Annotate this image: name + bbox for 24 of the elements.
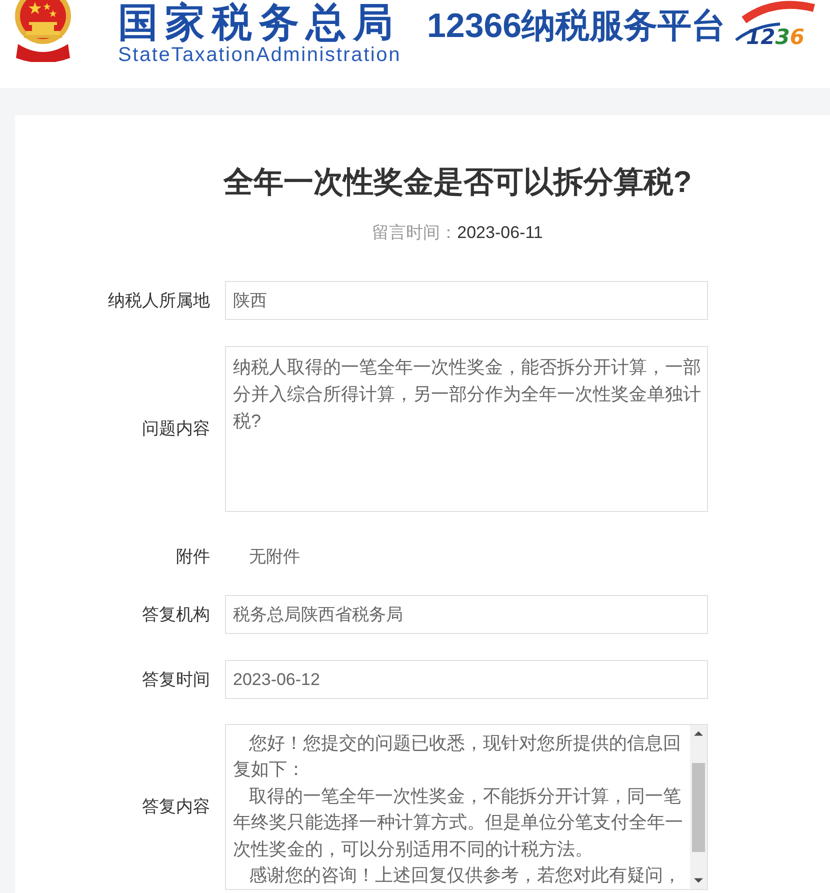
posted-date: 2023-06-11 — [457, 222, 543, 244]
hotline-number: 1236 — [746, 25, 804, 49]
agency-name: 国家税务总局 — [118, 0, 401, 46]
field-label: 答复机构 — [141, 604, 211, 626]
textarea-field[interactable]: 您好！您提交的问题已收悉，现针对您所提供的信息回复如下： 取得的一笔全年一次性奖金，不能拆分开计算，同一笔年终奖只能选择一种计算方式。但是单位分笔支付全年一次性奖金的，可以分别适用不同的计税方法。 感谢您的咨询！上述回复仅供参考，若您对此有疑问， — [225, 724, 708, 890]
scrollbar-track[interactable] — [690, 725, 707, 889]
scroll-up-icon[interactable] — [694, 731, 703, 736]
scroll-down-icon[interactable] — [694, 878, 703, 883]
platform-name: 12366纳税服务平台 — [427, 6, 726, 46]
field-label: 问题内容 — [141, 418, 211, 440]
field-label: 附件 — [175, 546, 211, 568]
textarea-field[interactable]: 纳税人取得的一笔全年一次性奖金，能否拆分开计算，一部分并入综合所得计算，另一部分作为全年一次性奖金单独计税? — [225, 346, 708, 512]
posted-time-label: 留言时间： — [372, 222, 458, 244]
scrollbar-thumb[interactable] — [692, 763, 705, 852]
field-value: 无附件 — [249, 546, 300, 568]
field-label: 答复内容 — [141, 796, 211, 818]
input-field[interactable]: 2023-06-12 — [225, 660, 708, 699]
field-label: 答复时间 — [141, 668, 211, 690]
input-field[interactable]: 税务总局陕西省税务局 — [225, 595, 708, 634]
question-title: 全年一次性奖金是否可以拆分算税? — [222, 165, 693, 201]
field-label: 纳税人所属地 — [107, 290, 211, 312]
input-field[interactable]: 陕西 — [225, 281, 708, 320]
emblem-icon — [15, 0, 71, 62]
agency-name-english: StateTaxationAdministration — [118, 46, 402, 64]
